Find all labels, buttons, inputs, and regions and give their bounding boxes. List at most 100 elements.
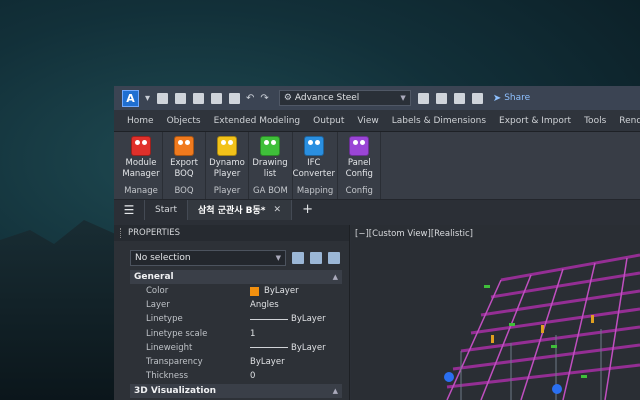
tab-label: Start bbox=[155, 204, 177, 215]
property-value-text: ByLayer bbox=[291, 342, 326, 353]
property-name: Transparency bbox=[146, 357, 203, 368]
linetype-preview bbox=[250, 318, 288, 320]
ribbon-button-label: Drawing list bbox=[252, 158, 288, 179]
ribbon-group-title: GA BOM bbox=[253, 186, 288, 196]
color-swatch bbox=[250, 286, 259, 296]
frog-app-icon bbox=[131, 136, 151, 156]
menu-icon[interactable]: ☰ bbox=[114, 203, 144, 217]
ribbon-tab[interactable]: Home bbox=[127, 116, 154, 126]
selection-value: No selection bbox=[135, 253, 191, 263]
property-row[interactable]: Linetype ByLayer bbox=[130, 312, 342, 326]
frog-app-icon bbox=[303, 136, 324, 156]
ribbon-group-title: Config bbox=[345, 186, 373, 196]
property-row[interactable]: Thickness 0 bbox=[130, 369, 342, 383]
ribbon-group-manage: Module Manager Manage bbox=[120, 132, 163, 199]
ribbon-group-player: Dynamo Player Player bbox=[206, 132, 249, 199]
tab-start[interactable]: Start bbox=[144, 199, 187, 220]
property-row[interactable]: Lineweight ByLayer bbox=[130, 341, 342, 355]
ribbon-tab[interactable]: Extended Modeling bbox=[214, 116, 301, 126]
ribbon-group-title: Mapping bbox=[296, 186, 334, 196]
ribbon-group-mapping: IFC Converter Mapping bbox=[293, 132, 339, 199]
property-name: Layer bbox=[146, 300, 170, 311]
panel-config-button[interactable]: Panel Config bbox=[342, 136, 376, 180]
undo-icon[interactable]: ↶ bbox=[246, 93, 254, 104]
ribbon-button-label: IFC Converter bbox=[292, 158, 335, 179]
frog-app-icon bbox=[349, 136, 370, 156]
ribbon-group-title: Manage bbox=[124, 186, 158, 196]
workspace-select[interactable]: ⚙ Advance Steel ▼ bbox=[278, 90, 411, 106]
section-title: 3D Visualization bbox=[134, 386, 217, 397]
save-icon[interactable] bbox=[193, 92, 205, 104]
property-value-text: ByLayer bbox=[264, 286, 299, 297]
ribbon-button-label: Panel Config bbox=[345, 158, 373, 179]
property-row[interactable]: Color ByLayer bbox=[130, 284, 342, 298]
match-icon[interactable] bbox=[453, 92, 465, 104]
property-value: ByLayer bbox=[250, 286, 299, 296]
frog-app-icon bbox=[260, 136, 280, 156]
model-viewport[interactable]: [−][Custom View][Realistic] bbox=[351, 225, 640, 400]
background-mountains bbox=[0, 220, 120, 400]
property-value: ByLayer bbox=[250, 314, 326, 324]
property-name: Color bbox=[146, 286, 169, 297]
tab-active-document[interactable]: 삼척 군관사 B동* ✕ bbox=[187, 199, 292, 220]
ribbon-group-title: Player bbox=[213, 186, 241, 196]
properties-icon[interactable] bbox=[435, 92, 447, 104]
new-tab-button[interactable]: + bbox=[291, 199, 323, 220]
ribbon-button-label: Dynamo Player bbox=[209, 158, 245, 179]
steel-model-render bbox=[444, 253, 640, 400]
frog-app-icon bbox=[217, 136, 237, 156]
save-as-icon[interactable] bbox=[211, 92, 223, 104]
section-3d-visualization[interactable]: 3D Visualization ▲ bbox=[130, 384, 342, 399]
property-name: Lineweight bbox=[146, 342, 193, 353]
selection-select[interactable]: No selection ▼ bbox=[130, 250, 286, 266]
open-folder-icon[interactable] bbox=[175, 92, 187, 104]
ribbon-tab[interactable]: Labels & Dimensions bbox=[392, 116, 486, 126]
property-value: ByLayer bbox=[250, 343, 326, 353]
property-row[interactable]: Transparency ByLayer bbox=[130, 355, 342, 369]
property-value: Angles bbox=[250, 300, 279, 311]
document-tabs: ☰ Start 삼척 군관사 B동* ✕ + bbox=[114, 199, 640, 220]
layer-icon[interactable] bbox=[417, 92, 429, 104]
redo-icon[interactable]: ↷ bbox=[260, 93, 268, 104]
app-menu-caret-icon[interactable]: ▾ bbox=[145, 93, 150, 104]
chevron-down-icon: ▲ bbox=[332, 387, 338, 396]
quick-select-icon[interactable] bbox=[328, 252, 340, 264]
dynamo-player-button[interactable]: Dynamo Player bbox=[209, 136, 245, 180]
send-icon: ➤ bbox=[492, 92, 502, 104]
toggle-pickadd-icon[interactable] bbox=[292, 252, 304, 264]
property-row[interactable]: Linetype scale 1 bbox=[130, 327, 342, 341]
drawing-list-button[interactable]: Drawing list bbox=[252, 136, 288, 180]
grip-handle[interactable] bbox=[120, 228, 123, 238]
property-value-text: ByLayer bbox=[291, 314, 326, 325]
select-objects-icon[interactable] bbox=[310, 252, 322, 264]
properties-header: PROPERTIES bbox=[114, 225, 349, 241]
ribbon-group-boq: Export BOQ BOQ bbox=[163, 132, 206, 199]
ifc-converter-button[interactable]: IFC Converter bbox=[293, 136, 335, 180]
plot-icon[interactable] bbox=[471, 92, 483, 104]
ribbon-panel: Module Manager Manage Export BOQ BOQ Dyn… bbox=[114, 132, 640, 199]
close-icon[interactable]: ✕ bbox=[274, 205, 282, 215]
property-row[interactable]: Layer Angles bbox=[130, 298, 342, 312]
new-file-icon[interactable] bbox=[157, 92, 169, 104]
tab-label: 삼척 군관사 B동* bbox=[198, 206, 266, 216]
app-window: A ▾ ↶ ↷ ⚙ Advance Steel ▼ ➤ Share Home O… bbox=[114, 86, 640, 400]
module-manager-button[interactable]: Module Manager bbox=[122, 136, 160, 180]
share-button[interactable]: ➤ Share bbox=[493, 93, 530, 104]
print-icon[interactable] bbox=[229, 92, 241, 104]
ribbon-tab[interactable]: Export & Import bbox=[499, 116, 571, 126]
ribbon-group-ga-bom: Drawing list GA BOM bbox=[249, 132, 293, 199]
ribbon-group-config: Panel Config Config bbox=[338, 132, 382, 199]
export-boq-button[interactable]: Export BOQ bbox=[167, 136, 201, 180]
section-general[interactable]: General ▲ bbox=[130, 270, 342, 284]
ribbon-tab[interactable]: Output bbox=[313, 116, 344, 126]
app-logo[interactable]: A bbox=[122, 89, 139, 107]
ribbon-tab[interactable]: Objects bbox=[167, 116, 201, 126]
chevron-down-icon: ▲ bbox=[332, 273, 338, 281]
ribbon-tab[interactable]: Tools bbox=[584, 116, 606, 126]
property-value: 1 bbox=[250, 328, 256, 339]
quick-access-toolbar: A ▾ ↶ ↷ ⚙ Advance Steel ▼ ➤ Share bbox=[114, 86, 640, 110]
ribbon-tab[interactable]: Render bbox=[619, 116, 640, 126]
lineweight-preview bbox=[250, 347, 288, 349]
ribbon-button-label: Export BOQ bbox=[170, 158, 198, 179]
ribbon-tab[interactable]: View bbox=[357, 116, 378, 126]
